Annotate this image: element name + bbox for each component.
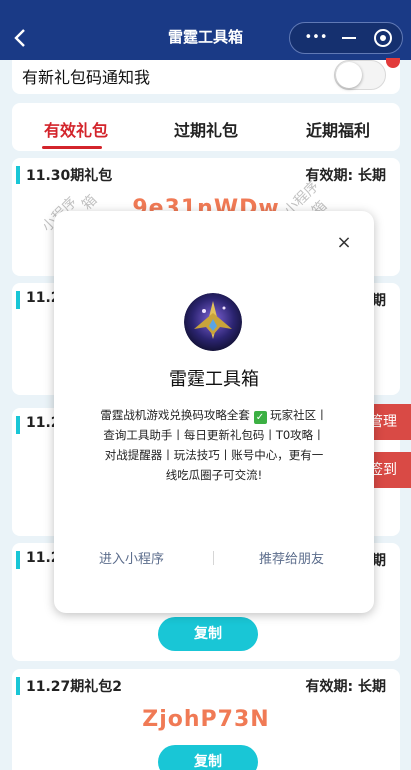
app-description: 雷霆战机游戏兑换码攻略全套 ✓ 玩家社区丨查询工具助手丨每日更新礼包码丨T0攻略… [100, 405, 328, 485]
divider [213, 551, 214, 565]
app-name: 雷霆工具箱 [169, 369, 259, 390]
notify-row: 有新礼包码通知我 [12, 60, 400, 94]
copy-button[interactable]: 复制 [158, 745, 258, 770]
minimize-icon[interactable] [340, 23, 358, 53]
copy-button[interactable]: 复制 [158, 617, 258, 651]
notify-label: 有新礼包码通知我 [22, 68, 151, 87]
target-close-icon[interactable] [374, 29, 392, 47]
share-to-friend-button[interactable]: 推荐给朋友 [259, 548, 324, 567]
check-mark-icon: ✓ [253, 411, 267, 424]
card-validity: 有效期: 长期 [305, 679, 386, 695]
tab-valid-gifts[interactable]: 有效礼包 [44, 117, 108, 141]
mini-program-capsule: ••• [289, 22, 403, 54]
more-dots-icon[interactable]: ••• [298, 23, 334, 53]
description-text: 雷霆战机游戏兑换码攻略全套 [100, 408, 254, 422]
notify-toggle[interactable] [334, 60, 386, 90]
tab-recent-benefits[interactable]: 近期福利 [306, 117, 370, 141]
gift-card: 11.27期礼包2 有效期: 长期 ZjohP73N 复制 [12, 669, 400, 770]
mini-program-dialog: × 雷霆工具箱 雷霆战机游戏兑换码攻略全套 ✓ 玩家社区丨查询工具助手丨每日更新… [54, 211, 374, 613]
card-accent-bar [16, 166, 20, 184]
gift-code: ZjohP73N [142, 707, 270, 732]
card-accent-bar [16, 551, 20, 569]
app-logo [184, 293, 242, 351]
tab-expired-gifts[interactable]: 过期礼包 [174, 117, 238, 141]
enter-mini-program-button[interactable]: 进入小程序 [99, 548, 164, 567]
card-validity: 有效期: 长期 [305, 168, 386, 184]
dialog-actions: 进入小程序 推荐给朋友 [54, 548, 374, 568]
tab-bar: 有效礼包 过期礼包 近期福利 [12, 103, 400, 151]
close-icon[interactable]: × [333, 232, 355, 254]
card-accent-bar [16, 291, 20, 309]
card-name: 11.27期礼包2 [26, 679, 123, 695]
card-accent-bar [16, 416, 20, 434]
active-tab-indicator [42, 146, 102, 149]
card-accent-bar [16, 677, 20, 695]
card-name: 11.30期礼包 [26, 168, 113, 184]
top-navbar: 雷霆工具箱 ••• [0, 0, 411, 60]
